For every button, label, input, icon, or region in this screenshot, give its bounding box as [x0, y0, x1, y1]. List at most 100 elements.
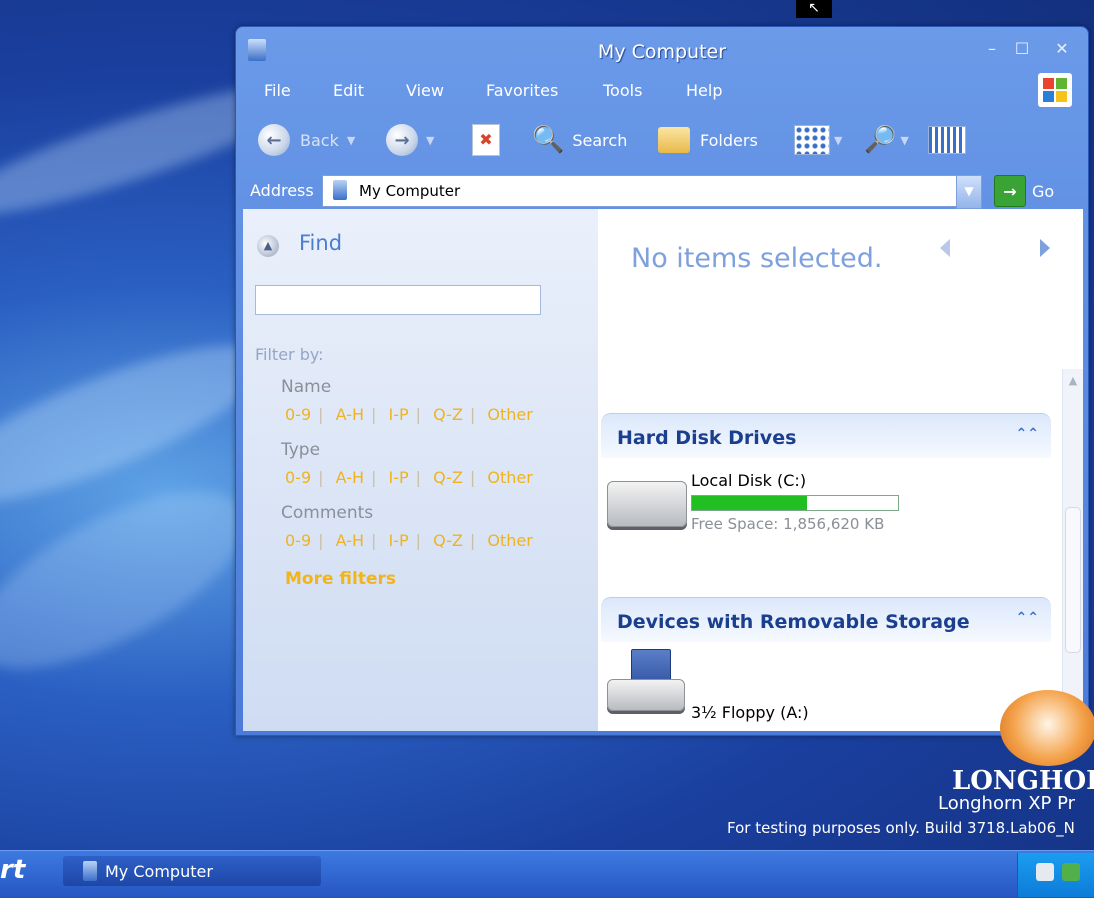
zoom-dropdown-icon[interactable]: ▼ [900, 134, 908, 147]
folders-button[interactable]: Folders [658, 123, 758, 157]
maximize-icon[interactable]: ☐ [1012, 39, 1032, 59]
go-arrow-icon: → [994, 175, 1026, 207]
folders-icon [658, 127, 690, 153]
free-space-label: Free Space: 1,856,620 KB [691, 515, 885, 533]
filter-link[interactable]: Q-Z [433, 405, 463, 424]
previous-arrow-icon[interactable] [940, 239, 950, 257]
content-area: ▲ Find Filter by: Name 0-9 | A-H | I-P | Q-… [243, 209, 1083, 731]
details-view-icon [928, 126, 966, 154]
search-label: Search [572, 130, 628, 150]
address-bar: Address My Computer ▼ → Go [236, 173, 1088, 209]
longhorn-orb-logo [1000, 690, 1094, 766]
computer-icon [333, 180, 347, 200]
filter-group-name: Name [281, 377, 332, 397]
menu-file[interactable]: File [264, 81, 291, 100]
collapse-chevron-icon[interactable]: ⌃⌃ [1016, 610, 1039, 626]
my-computer-window: My Computer – ☐ ✕ File Edit View Favorit… [235, 26, 1089, 736]
toolbar: ← Back ▼ → ▼ ✖ 🔍 Search Folders ▼ 🔎 ▼ [236, 117, 1088, 163]
network-icon[interactable] [1036, 863, 1054, 881]
vertical-scrollbar[interactable]: ▲ ▼ [1062, 369, 1083, 731]
menu-view[interactable]: View [406, 81, 444, 100]
views-dropdown-icon[interactable]: ▼ [834, 134, 842, 147]
filter-link[interactable]: Q-Z [433, 468, 463, 487]
build-text: For testing purposes only. Build 3718.La… [727, 819, 1075, 837]
address-label: Address [250, 181, 314, 200]
views-icon [794, 125, 830, 155]
menu-favorites[interactable]: Favorites [486, 81, 558, 100]
filter-link[interactable]: I-P [389, 468, 409, 487]
system-tray [1017, 853, 1094, 897]
address-value: My Computer [359, 182, 461, 200]
find-input[interactable] [255, 285, 541, 315]
address-dropdown-icon[interactable]: ▼ [956, 175, 982, 209]
mouse-cursor-icon: ↖ [796, 0, 832, 18]
filter-ranges-name: 0-9 | A-H | I-P | Q-Z | Other [285, 405, 533, 424]
filter-link[interactable]: I-P [389, 405, 409, 424]
search-button[interactable]: 🔍 Search [532, 123, 627, 157]
floppy-label[interactable]: 3½ Floppy (A:) [691, 703, 809, 722]
filter-link[interactable]: A-H [336, 468, 364, 487]
menu-help[interactable]: Help [686, 81, 722, 100]
removable-group-header[interactable]: Devices with Removable Storage ⌃⌃ [601, 597, 1051, 642]
delete-button[interactable]: ✖ [472, 123, 500, 157]
close-icon[interactable]: ✕ [1052, 39, 1072, 59]
window-title: My Computer [597, 41, 727, 63]
forward-button[interactable]: → ▼ [386, 123, 434, 157]
scroll-thumb[interactable] [1065, 507, 1081, 653]
back-label: Back [300, 130, 339, 150]
filter-link[interactable]: Other [487, 531, 532, 550]
filter-by-label: Filter by: [255, 345, 324, 364]
address-field[interactable]: My Computer [322, 175, 958, 207]
filter-ranges-comments: 0-9 | A-H | I-P | Q-Z | Other [285, 531, 533, 550]
taskbar-my-computer[interactable]: My Computer [63, 856, 321, 886]
filter-link[interactable]: Q-Z [433, 531, 463, 550]
go-label: Go [1032, 181, 1055, 201]
minimize-icon[interactable]: – [982, 39, 1002, 59]
windows-logo-icon [1038, 73, 1072, 107]
watermark-title: LONGHOR [952, 766, 1094, 796]
filter-link[interactable]: A-H [336, 531, 364, 550]
forward-dropdown-icon[interactable]: ▼ [426, 134, 434, 147]
items-pane: No items selected. Hard Disk Drives ⌃⌃ L… [598, 209, 1083, 731]
start-button[interactable]: rt [0, 855, 25, 885]
menu-edit[interactable]: Edit [333, 81, 364, 100]
filter-link[interactable]: I-P [389, 531, 409, 550]
filter-link[interactable]: 0-9 [285, 531, 311, 550]
filter-group-comments: Comments [281, 503, 374, 523]
go-button[interactable]: → Go [994, 175, 1054, 207]
back-arrow-icon: ← [258, 124, 290, 156]
title-bar[interactable]: My Computer – ☐ ✕ [236, 27, 1088, 73]
hard-drive-icon[interactable] [607, 481, 687, 527]
removable-group-title: Devices with Removable Storage [617, 611, 970, 633]
local-disk-label[interactable]: Local Disk (C:) [691, 471, 806, 490]
disk-usage-fill [692, 496, 808, 510]
back-button[interactable]: ← Back ▼ [258, 123, 355, 157]
back-dropdown-icon[interactable]: ▼ [347, 134, 355, 147]
forward-arrow-icon: → [386, 124, 418, 156]
filter-link[interactable]: 0-9 [285, 405, 311, 424]
find-title: Find [299, 231, 343, 255]
disk-usage-bar [691, 495, 899, 511]
menu-tools[interactable]: Tools [603, 81, 642, 100]
scroll-up-icon[interactable]: ▲ [1065, 373, 1081, 389]
filter-link[interactable]: A-H [336, 405, 364, 424]
magnifier-icon: 🔎 [864, 125, 897, 155]
collapse-chevron-icon[interactable]: ⌃⌃ [1016, 426, 1039, 442]
hard-disk-group-title: Hard Disk Drives [617, 427, 797, 449]
taskbar: rt My Computer [0, 850, 1094, 898]
computer-icon [83, 861, 97, 881]
delete-icon: ✖ [472, 124, 500, 156]
hard-disk-group-header[interactable]: Hard Disk Drives ⌃⌃ [601, 413, 1051, 458]
next-arrow-icon[interactable] [1040, 239, 1050, 257]
filter-link[interactable]: 0-9 [285, 468, 311, 487]
collapse-find-icon[interactable]: ▲ [257, 235, 279, 257]
zoom-button[interactable]: 🔎 ▼ [864, 123, 909, 157]
floppy-drive-icon[interactable] [607, 649, 685, 715]
filter-link[interactable]: Other [487, 468, 532, 487]
more-filters-link[interactable]: More filters [285, 569, 396, 589]
security-icon[interactable] [1062, 863, 1080, 881]
wallpaper-streak [0, 456, 271, 704]
details-view-button[interactable] [928, 123, 966, 157]
filter-link[interactable]: Other [487, 405, 532, 424]
views-button[interactable]: ▼ [794, 123, 842, 157]
